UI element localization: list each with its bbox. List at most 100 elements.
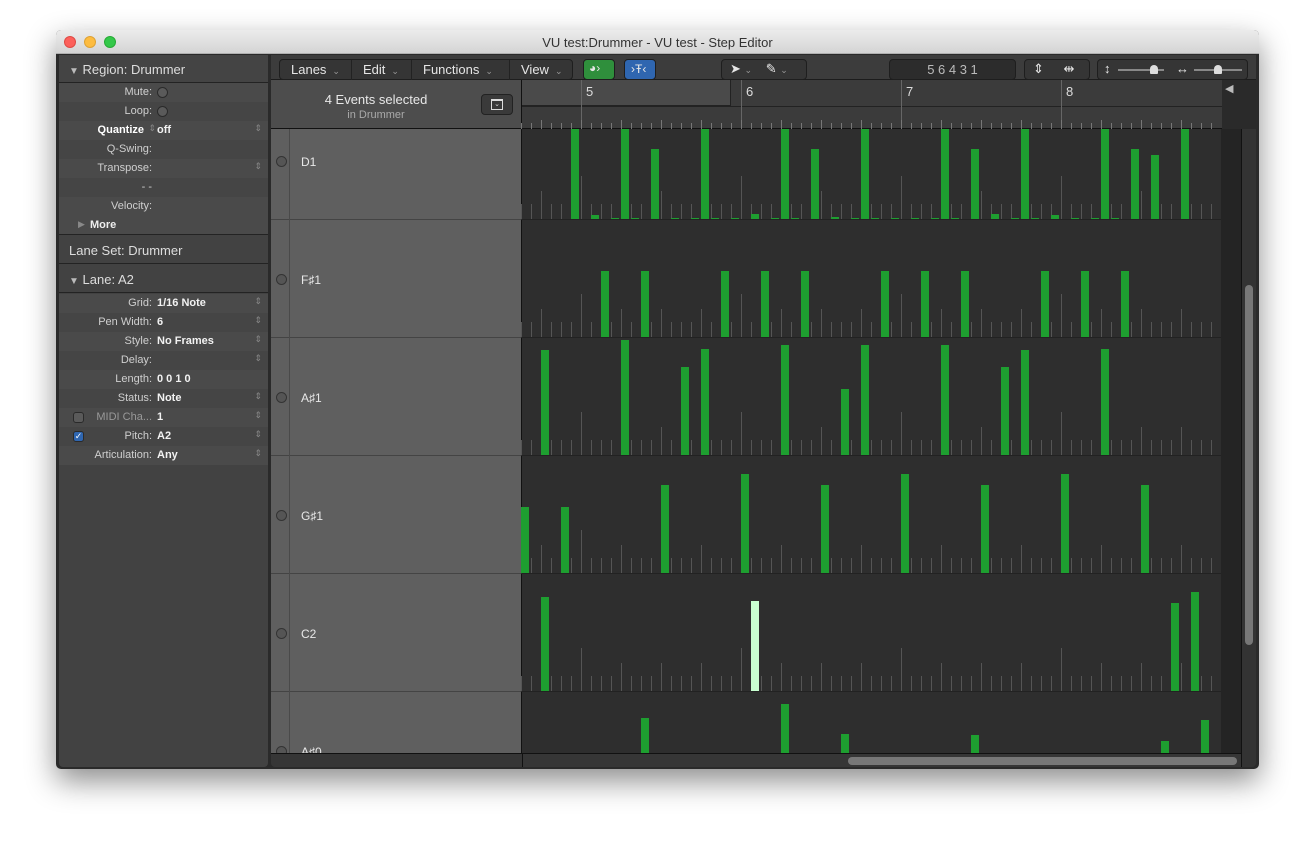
- note-step[interactable]: [951, 218, 959, 219]
- lane-mute-icon[interactable]: [276, 156, 287, 167]
- parameter-row[interactable]: Pitch: A2 ⇕ ✓: [59, 427, 268, 446]
- note-step[interactable]: [1081, 271, 1089, 337]
- checkbox[interactable]: [157, 87, 168, 98]
- parameter-value[interactable]: 0 0 1 0: [157, 373, 191, 385]
- checkbox[interactable]: [157, 106, 168, 117]
- note-step[interactable]: [631, 218, 639, 219]
- parameter-row[interactable]: Q-Swing:: [59, 140, 268, 159]
- note-step-selected[interactable]: [751, 601, 759, 691]
- note-step[interactable]: [991, 214, 999, 219]
- note-step[interactable]: [561, 507, 569, 573]
- end-marker-icon[interactable]: ◀: [1225, 82, 1233, 95]
- parameter-value[interactable]: off: [157, 124, 171, 136]
- parameter-row[interactable]: Quantize ⇕ off ⇕: [59, 121, 268, 140]
- note-step[interactable]: [691, 218, 699, 219]
- stepper-icon[interactable]: ⇕: [254, 296, 262, 307]
- note-step[interactable]: [521, 507, 529, 573]
- parameter-row[interactable]: Mute:: [59, 83, 268, 102]
- note-step[interactable]: [1021, 350, 1029, 455]
- checkbox-checked[interactable]: ✓: [73, 431, 84, 442]
- parameter-row[interactable]: MIDI Cha... 1 ⇕: [59, 408, 268, 427]
- note-step[interactable]: [891, 218, 899, 219]
- note-step[interactable]: [851, 218, 859, 219]
- note-step[interactable]: [821, 485, 829, 573]
- lane-steps[interactable]: [522, 692, 1221, 753]
- lane-steps[interactable]: [521, 220, 1221, 338]
- lane-steps[interactable]: [521, 574, 1221, 692]
- more-disclosure[interactable]: ▶ More: [59, 216, 268, 235]
- parameter-row[interactable]: Grid: 1/16 Note ⇕: [59, 294, 268, 313]
- region-header[interactable]: ▼ Region: Drummer: [59, 55, 268, 83]
- note-step[interactable]: [1001, 367, 1009, 455]
- note-step[interactable]: [861, 345, 869, 455]
- lane-header[interactable]: C2: [271, 574, 522, 692]
- note-step[interactable]: [931, 218, 939, 219]
- lane-mute-icon[interactable]: [276, 392, 287, 403]
- note-step[interactable]: [571, 129, 579, 219]
- slider-thumb[interactable]: [1150, 65, 1158, 74]
- parameter-value[interactable]: 1/16 Note: [157, 297, 206, 309]
- note-step[interactable]: [791, 218, 799, 219]
- note-step[interactable]: [971, 735, 979, 753]
- note-step[interactable]: [901, 474, 909, 573]
- stepper-icon[interactable]: ⇕: [148, 123, 156, 134]
- note-step[interactable]: [621, 340, 629, 455]
- note-step[interactable]: [721, 271, 729, 337]
- parameter-row[interactable]: Length: 0 0 1 0: [59, 370, 268, 389]
- lane-steps[interactable]: [521, 338, 1221, 456]
- parameter-row[interactable]: Loop:: [59, 102, 268, 121]
- parameter-row[interactable]: Style: No Frames ⇕: [59, 332, 268, 351]
- note-step[interactable]: [1101, 349, 1109, 455]
- pointer-tool-icon[interactable]: ➤ ⌄: [730, 61, 752, 76]
- stepper-icon[interactable]: ⇕: [254, 315, 262, 326]
- parameter-row[interactable]: Articulation: Any ⇕: [59, 446, 268, 465]
- lane-header[interactable]: A♯0: [271, 692, 522, 753]
- note-step[interactable]: [811, 149, 819, 219]
- region-strip[interactable]: [522, 80, 731, 106]
- note-step[interactable]: [941, 129, 949, 219]
- vertical-scroll-thumb[interactable]: [1245, 285, 1253, 645]
- note-step[interactable]: [1011, 218, 1019, 219]
- lane-menu-button[interactable]: ⌄: [481, 94, 513, 115]
- parameter-row[interactable]: Transpose: ⇕: [59, 159, 268, 178]
- parameter-value[interactable]: Note: [157, 392, 181, 404]
- lane-header[interactable]: G♯1: [271, 456, 522, 574]
- note-step[interactable]: [1181, 129, 1189, 219]
- lane-steps[interactable]: [521, 456, 1221, 574]
- note-step[interactable]: [661, 485, 669, 573]
- note-step[interactable]: [861, 129, 869, 219]
- horizontal-scrollbar[interactable]: [271, 753, 1241, 767]
- note-step[interactable]: [681, 367, 689, 455]
- note-step[interactable]: [1141, 485, 1149, 573]
- note-step[interactable]: [701, 349, 709, 455]
- note-step[interactable]: [1131, 149, 1139, 219]
- note-step[interactable]: [1161, 741, 1169, 753]
- note-step[interactable]: [1021, 129, 1029, 219]
- lane-header[interactable]: A♯1: [271, 338, 522, 456]
- note-step[interactable]: [911, 218, 919, 219]
- parameter-row[interactable]: Pen Width: 6 ⇕: [59, 313, 268, 332]
- stepper-icon[interactable]: ⇕: [254, 391, 262, 402]
- stepper-icon[interactable]: ⇕: [254, 353, 262, 364]
- note-step[interactable]: [781, 129, 789, 219]
- fit-vertical-icon[interactable]: ⇕: [1033, 61, 1044, 76]
- bar-ruler[interactable]: ◀ 5 6 7 8: [521, 80, 1256, 129]
- parameter-value[interactable]: Any: [157, 449, 178, 461]
- note-step[interactable]: [841, 389, 849, 455]
- note-step[interactable]: [741, 474, 749, 573]
- note-step[interactable]: [651, 149, 659, 219]
- lane-header[interactable]: D1: [271, 129, 522, 220]
- note-step[interactable]: [1101, 129, 1109, 219]
- functions-menu[interactable]: Functions ⌄: [412, 60, 510, 81]
- note-step[interactable]: [1091, 218, 1099, 219]
- note-step[interactable]: [801, 271, 809, 337]
- parameter-row[interactable]: - -: [59, 178, 268, 197]
- note-step[interactable]: [961, 271, 969, 337]
- note-step[interactable]: [641, 271, 649, 337]
- vertical-scrollbar[interactable]: [1241, 129, 1256, 767]
- parameter-row[interactable]: Velocity:: [59, 197, 268, 216]
- horizontal-scroll-thumb[interactable]: [848, 757, 1237, 765]
- stepper-icon[interactable]: ⇕: [254, 123, 262, 134]
- parameter-value[interactable]: No Frames: [157, 335, 214, 347]
- lane-mute-icon[interactable]: [276, 274, 287, 285]
